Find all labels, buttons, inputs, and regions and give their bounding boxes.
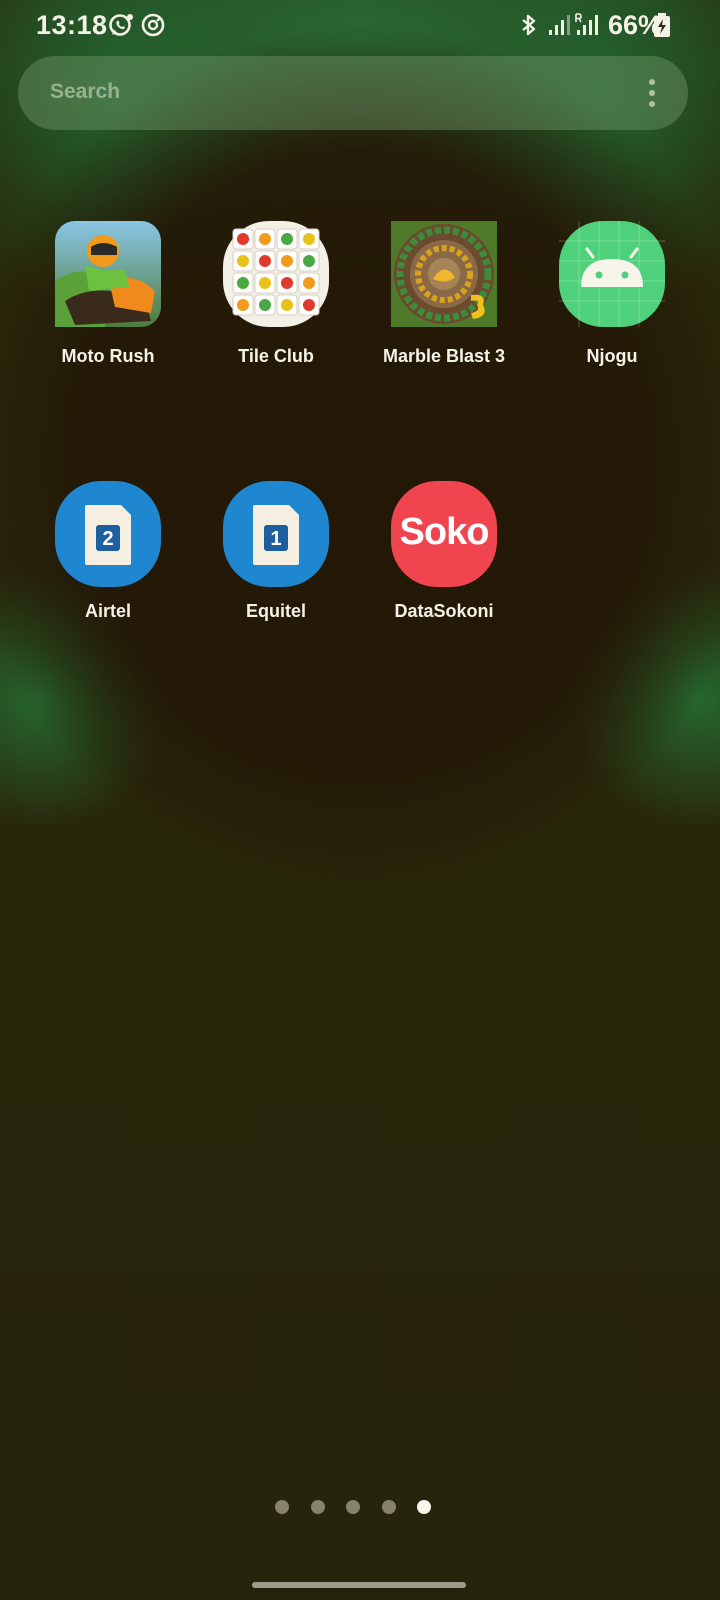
clock: 13:18 (36, 10, 108, 40)
signal-roaming-icon (575, 13, 598, 35)
page-dot-1[interactable] (275, 1500, 289, 1514)
home-gesture-bar[interactable] (252, 1582, 466, 1588)
app-label: Equitel (245, 601, 306, 621)
whatsapp-icon (109, 14, 133, 36)
page-indicator[interactable] (0, 1500, 720, 1516)
app-label: Moto Rush (61, 346, 155, 366)
app-datasokoni[interactable]: Soko DataSokoni (364, 481, 524, 622)
sim-2-icon: 2 (55, 481, 161, 587)
app-label: DataSokoni (394, 601, 494, 621)
app-airtel[interactable]: 2 Airtel (28, 481, 188, 622)
bluetooth-icon (522, 14, 536, 36)
soko-icon: Soko (391, 481, 497, 587)
android-icon (559, 221, 665, 327)
battery-charging-icon (654, 13, 670, 37)
search-placeholder: Search (50, 80, 121, 103)
app-label: Tile Club (238, 346, 314, 366)
sim-slot-number: 2 (102, 528, 114, 550)
more-options-icon[interactable] (648, 78, 656, 108)
app-njogu[interactable]: Njogu (532, 221, 692, 367)
sync-icon (141, 13, 165, 37)
app-marble-blast-3[interactable]: Marble Blast 3 (364, 221, 524, 367)
status-bar: 13:18 66% (0, 0, 720, 52)
app-label: Airtel (84, 601, 131, 621)
signal-icon (549, 15, 570, 35)
app-label: Marble Blast 3 (382, 346, 506, 366)
moto-rush-icon (55, 221, 161, 327)
page-dot-2[interactable] (311, 1500, 325, 1514)
app-label: Njogu (586, 346, 638, 366)
search-bar[interactable]: Search (18, 56, 688, 130)
app-moto-rush[interactable]: Moto Rush (28, 221, 188, 367)
sim-slot-number: 1 (270, 528, 282, 550)
page-dot-4[interactable] (382, 1500, 396, 1514)
soko-wordmark: Soko (399, 511, 490, 553)
page-dot-5[interactable] (417, 1500, 431, 1514)
app-tile-club[interactable]: Tile Club (196, 221, 356, 367)
tile-club-icon (223, 221, 329, 327)
sim-1-icon: 1 (223, 481, 329, 587)
page-dot-3[interactable] (346, 1500, 360, 1514)
app-equitel[interactable]: 1 Equitel (196, 481, 356, 622)
marble-blast-icon (391, 221, 497, 327)
